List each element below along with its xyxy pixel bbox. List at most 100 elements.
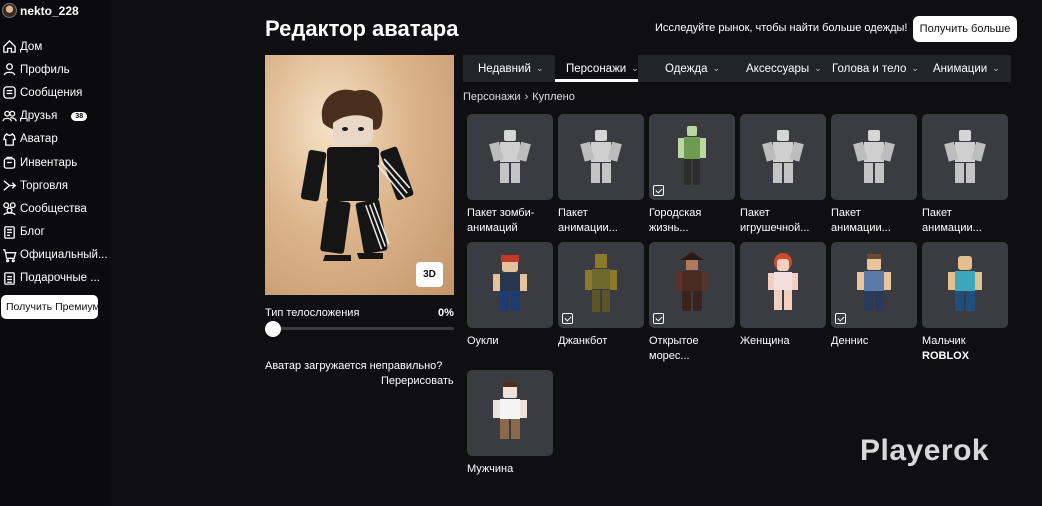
sidebar-item-avatar[interactable]: Аватар [0, 128, 110, 151]
item-title[interactable]: Пакет анимации... [922, 206, 1008, 236]
item-title-line1: Пакет [831, 207, 861, 219]
sidebar-item-label: Профиль [20, 63, 70, 76]
sidebar-item-messages[interactable]: Сообщения [0, 81, 110, 104]
messages-icon [1, 84, 18, 101]
item-preview-image [944, 130, 986, 183]
tab-animations[interactable]: Анимации ⌄ [933, 55, 1008, 82]
sidebar-item-groups[interactable]: Сообщества [0, 197, 110, 220]
item-title[interactable]: Пакет анимации... [831, 206, 917, 236]
item-card[interactable]: Женщина [740, 242, 826, 349]
sidebar-item-inventory[interactable]: Инвентарь [0, 151, 110, 174]
body-type-slider-track[interactable] [272, 327, 454, 330]
item-title-line1: Открытое [649, 335, 699, 347]
user-avatar [2, 3, 17, 18]
blog-icon [1, 224, 18, 241]
avatar-icon [1, 131, 18, 148]
redraw-link[interactable]: Перерисовать [381, 375, 454, 387]
item-thumbnail[interactable] [467, 242, 553, 328]
watermark: Playerok [860, 434, 990, 467]
item-title[interactable]: Пакет игрушечной... [740, 206, 826, 236]
chevron-down-icon: ⌄ [992, 63, 1000, 73]
buy-item-icon[interactable] [653, 313, 664, 324]
item-title-line1: Пакет зомби- [467, 207, 535, 219]
item-title[interactable]: Оукли [467, 334, 553, 349]
buy-item-icon[interactable] [835, 313, 846, 324]
breadcrumb-parent[interactable]: Персонажи [463, 91, 521, 103]
item-title-line1: Женщина [740, 335, 790, 347]
item-card[interactable]: Пакет анимации... [831, 114, 917, 236]
sidebar-item-profile[interactable]: Профиль [0, 58, 110, 81]
item-card[interactable]: Пакет анимации... [558, 114, 644, 236]
item-preview-image [493, 382, 527, 439]
tab-clothing[interactable]: Одежда ⌄ [665, 55, 735, 82]
sidebar-item-trade[interactable]: Торговля [0, 174, 110, 197]
item-title[interactable]: Мужчина [467, 462, 553, 477]
tab-recent[interactable]: Недавний ⌄ [471, 55, 547, 82]
get-more-button[interactable]: Получить больше [913, 16, 1017, 42]
item-title[interactable]: Пакет анимации... [558, 206, 644, 236]
buy-item-icon[interactable] [562, 313, 573, 324]
item-thumbnail[interactable] [558, 114, 644, 200]
item-thumbnail[interactable] [922, 114, 1008, 200]
sidebar-item-label: Торговля [20, 179, 69, 192]
tab-characters[interactable]: Персонажи ⌄ [555, 55, 639, 82]
item-card[interactable]: Деннис [831, 242, 917, 349]
friends-icon [1, 108, 18, 125]
user-profile-link[interactable]: nekto_228 [2, 3, 79, 18]
avatar-preview[interactable]: 3D [265, 55, 454, 295]
item-thumbnail[interactable] [467, 370, 553, 456]
friends-count-badge: 38 [71, 111, 88, 121]
item-thumbnail[interactable] [922, 242, 1008, 328]
buy-item-icon[interactable] [653, 185, 664, 196]
item-thumbnail[interactable] [649, 242, 735, 328]
item-title[interactable]: Пакет зомби-анимаций [467, 206, 553, 236]
sidebar-item-home[interactable]: Дом [0, 35, 110, 58]
item-thumbnail[interactable] [558, 242, 644, 328]
item-card[interactable]: Оукли [467, 242, 553, 349]
item-title[interactable]: Открытое морес... [649, 334, 735, 364]
item-preview-image [857, 254, 891, 311]
trade-icon [1, 177, 18, 194]
tab-label: Одежда [665, 62, 708, 75]
item-card[interactable]: Мужчина [467, 370, 553, 477]
item-card[interactable]: Пакет зомби-анимаций [467, 114, 553, 236]
sidebar-item-official-store[interactable]: Официальный... [0, 244, 110, 267]
item-title[interactable]: Городская жизнь... [649, 206, 735, 236]
item-card[interactable]: Джанкбот [558, 242, 644, 349]
item-thumbnail[interactable] [831, 242, 917, 328]
item-preview-image [678, 126, 706, 185]
sidebar-item-friends[interactable]: Друзья 38 [0, 105, 110, 128]
item-title[interactable]: Мальчик ROBLOX [922, 334, 1008, 364]
item-preview-image [948, 256, 982, 311]
tab-head-body[interactable]: Голова и тело ⌄ [832, 55, 930, 82]
person-icon [1, 61, 18, 78]
sidebar-item-blog[interactable]: Блог [0, 221, 110, 244]
item-thumbnail[interactable] [649, 114, 735, 200]
item-title-line1: Оукли [467, 335, 499, 347]
item-card[interactable]: Открытое морес... [649, 242, 735, 364]
tab-accessories[interactable]: Аксессуары ⌄ [746, 55, 831, 82]
item-title[interactable]: Деннис [831, 334, 917, 349]
item-title[interactable]: Джанкбот [558, 334, 644, 349]
item-card[interactable]: Городская жизнь... [649, 114, 735, 236]
chevron-down-icon: ⌄ [911, 63, 919, 73]
body-type-slider-thumb[interactable] [265, 321, 281, 337]
item-preview-image [676, 252, 708, 311]
item-card[interactable]: Пакет анимации... [922, 114, 1008, 236]
body-type-value: 0% [438, 307, 454, 319]
item-card[interactable]: Пакет игрушечной... [740, 114, 826, 236]
item-card[interactable]: Мальчик ROBLOX [922, 242, 1008, 364]
sidebar-item-gift-cards[interactable]: Подарочные ... [0, 267, 110, 290]
tab-label: Голова и тело [832, 62, 907, 75]
item-preview-image [489, 130, 531, 183]
body-type-label: Тип телосложения [265, 307, 360, 319]
toggle-3d-button[interactable]: 3D [416, 262, 443, 287]
get-premium-button[interactable]: Получить Премиум [1, 295, 98, 319]
item-thumbnail[interactable] [467, 114, 553, 200]
item-title[interactable]: Женщина [740, 334, 826, 349]
item-thumbnail[interactable] [740, 242, 826, 328]
tab-label: Аксессуары [746, 62, 810, 75]
groups-icon [1, 200, 18, 217]
item-thumbnail[interactable] [831, 114, 917, 200]
item-thumbnail[interactable] [740, 114, 826, 200]
